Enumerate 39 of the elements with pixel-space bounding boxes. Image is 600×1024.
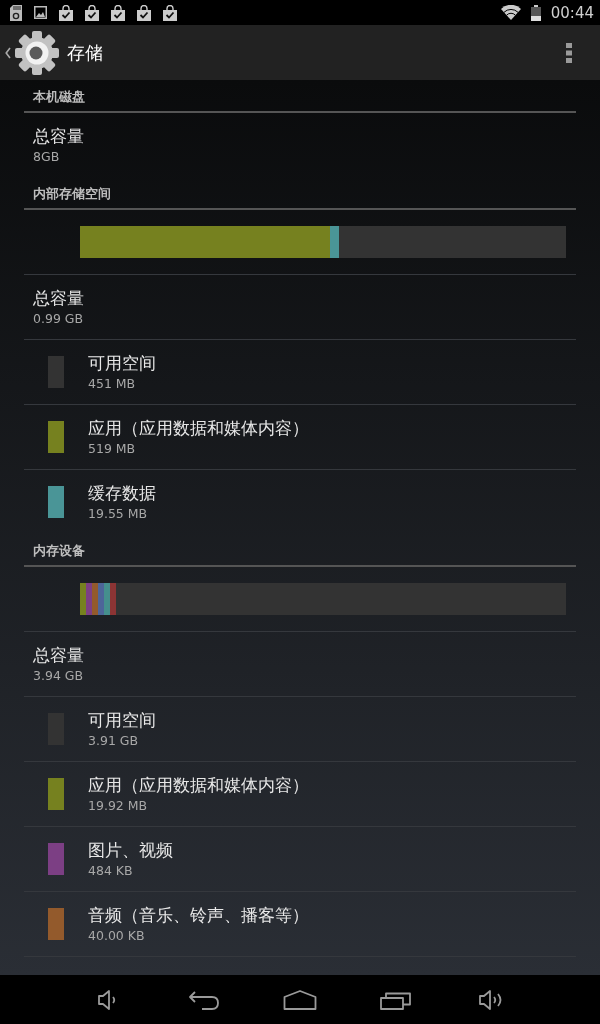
item-summary: 519 MB — [88, 440, 136, 457]
item-title: 图片、视频 — [88, 839, 173, 861]
section-header: 内部存储空间 — [33, 186, 111, 202]
item-summary: 3.91 GB — [88, 732, 139, 749]
more-icon[interactable] — [566, 42, 572, 63]
battery-icon — [530, 4, 541, 21]
section-header: 本机磁盘 — [33, 89, 85, 105]
item-title: 应用（应用数据和媒体内容） — [88, 417, 309, 439]
item-title: 音频（音乐、铃声、播客等） — [88, 904, 309, 926]
image-icon — [34, 6, 47, 19]
item-summary: 451 MB — [88, 375, 136, 392]
item-summary: 19.55 MB — [88, 505, 148, 522]
item-summary: 0.99 GB — [33, 310, 84, 327]
item-title: 总容量 — [33, 125, 84, 147]
back-icon[interactable] — [187, 988, 221, 1011]
item-title: 可用空间 — [88, 709, 156, 731]
status-time: 00:44 — [550, 3, 594, 22]
item-title: 总容量 — [33, 287, 84, 309]
bag-check-icon — [59, 4, 73, 21]
item-title: 总容量 — [33, 644, 84, 666]
item-summary: 8GB — [33, 148, 60, 165]
caret-icon[interactable] — [5, 46, 11, 59]
section-header: 内存设备 — [33, 543, 85, 559]
item-title: 缓存数据 — [88, 482, 156, 504]
item-title: 应用（应用数据和媒体内容） — [88, 774, 309, 796]
item-summary: 484 KB — [88, 862, 133, 879]
item-summary: 40.00 KB — [88, 927, 145, 944]
settings-icon[interactable] — [15, 30, 59, 75]
bag-check-icon — [163, 4, 177, 21]
home-icon[interactable] — [283, 988, 317, 1011]
wifi-icon — [500, 5, 521, 20]
sd-card-icon — [10, 4, 22, 21]
bag-check-icon — [85, 4, 99, 21]
screen-title: 存储 — [67, 40, 103, 65]
item-summary: 19.92 MB — [88, 797, 148, 814]
bag-check-icon — [137, 4, 151, 21]
bag-check-icon — [111, 4, 125, 21]
item-summary: 3.94 GB — [33, 667, 84, 684]
item-title: 可用空间 — [88, 352, 156, 374]
